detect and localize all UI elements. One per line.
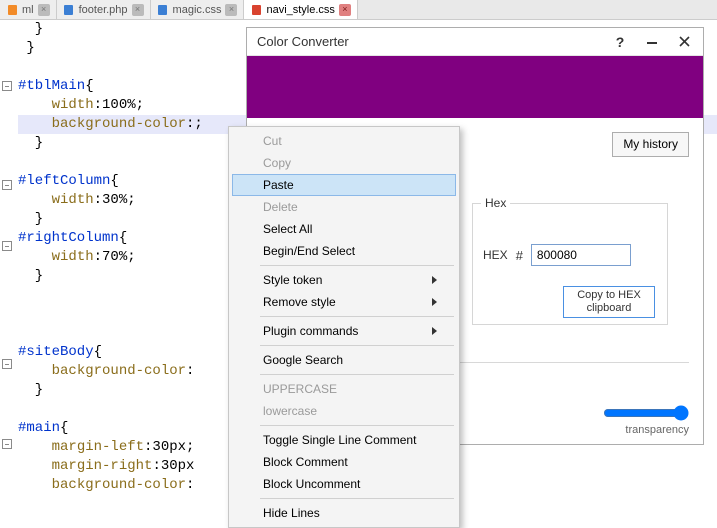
tab-label: magic.css bbox=[173, 4, 222, 16]
minimize-button[interactable] bbox=[637, 31, 667, 53]
menu-item-begin-end-select[interactable]: Begin/End Select bbox=[232, 240, 456, 262]
menu-item-paste[interactable]: Paste bbox=[232, 174, 456, 196]
file-icon bbox=[157, 4, 169, 16]
window-title: Color Converter bbox=[257, 34, 349, 49]
my-history-button[interactable]: My history bbox=[612, 132, 689, 157]
menu-separator bbox=[260, 316, 454, 317]
menu-item-toggle-single-line-comment[interactable]: Toggle Single Line Comment bbox=[232, 429, 456, 451]
menu-item-label: Style token bbox=[263, 273, 322, 287]
fold-toggle[interactable] bbox=[2, 180, 12, 190]
color-swatch bbox=[247, 56, 703, 118]
menu-item-label: UPPERCASE bbox=[263, 382, 337, 396]
tab-label: footer.php bbox=[79, 4, 128, 16]
menu-item-plugin-commands[interactable]: Plugin commands bbox=[232, 320, 456, 342]
fold-toggle[interactable] bbox=[2, 359, 12, 369]
hex-group: Hex HEX # Copy to HEX clipboard bbox=[472, 203, 668, 325]
fold-toggle[interactable] bbox=[2, 81, 12, 91]
hex-group-label: Hex bbox=[481, 196, 510, 210]
chevron-right-icon bbox=[432, 298, 437, 306]
transparency-label: transparency bbox=[603, 424, 689, 436]
close-icon[interactable]: × bbox=[339, 4, 351, 16]
tab-navi-style[interactable]: navi_style.css × bbox=[244, 0, 357, 19]
menu-item-copy: Copy bbox=[232, 152, 456, 174]
tab-footer[interactable]: footer.php × bbox=[57, 0, 151, 19]
menu-item-label: Plugin commands bbox=[263, 324, 358, 338]
menu-item-style-token[interactable]: Style token bbox=[232, 269, 456, 291]
close-icon[interactable]: × bbox=[132, 4, 144, 16]
titlebar[interactable]: Color Converter ? bbox=[247, 28, 703, 56]
hex-input[interactable] bbox=[531, 244, 631, 266]
menu-separator bbox=[260, 425, 454, 426]
context-menu: Cut Copy Paste Delete Select All Begin/End Se… bbox=[228, 126, 460, 528]
file-icon bbox=[63, 4, 75, 16]
copy-hex-button[interactable]: Copy to HEX clipboard bbox=[563, 286, 655, 318]
menu-item-label: Paste bbox=[263, 178, 294, 192]
fold-toggle[interactable] bbox=[2, 241, 12, 251]
close-icon[interactable]: × bbox=[225, 4, 237, 16]
tab-bar: ml × footer.php × magic.css × navi_style… bbox=[0, 0, 717, 20]
menu-separator bbox=[260, 374, 454, 375]
close-icon[interactable]: × bbox=[38, 4, 50, 16]
menu-separator bbox=[260, 498, 454, 499]
menu-item-label: Hide Lines bbox=[263, 506, 320, 520]
menu-item-uppercase: UPPERCASE bbox=[232, 378, 456, 400]
menu-item-label: Block Uncomment bbox=[263, 477, 360, 491]
chevron-right-icon bbox=[432, 276, 437, 284]
hex-label: HEX bbox=[483, 248, 508, 262]
help-button[interactable]: ? bbox=[605, 31, 635, 53]
tab-magic[interactable]: magic.css × bbox=[151, 0, 245, 19]
menu-separator bbox=[260, 345, 454, 346]
fold-toggle[interactable] bbox=[2, 439, 12, 449]
menu-item-label: Toggle Single Line Comment bbox=[263, 433, 416, 447]
menu-item-hide-lines[interactable]: Hide Lines bbox=[232, 502, 456, 524]
menu-item-block-comment[interactable]: Block Comment bbox=[232, 451, 456, 473]
menu-item-lowercase: lowercase bbox=[232, 400, 456, 422]
menu-item-label: Delete bbox=[263, 200, 298, 214]
fold-gutter[interactable] bbox=[0, 20, 16, 519]
file-icon bbox=[250, 4, 262, 16]
menu-item-label: Block Comment bbox=[263, 455, 348, 469]
menu-item-select-all[interactable]: Select All bbox=[232, 218, 456, 240]
menu-item-google-search[interactable]: Google Search bbox=[232, 349, 456, 371]
menu-item-label: lowercase bbox=[263, 404, 317, 418]
menu-item-cut: Cut bbox=[232, 130, 456, 152]
transparency-control: transparency bbox=[603, 404, 689, 436]
menu-item-remove-style[interactable]: Remove style bbox=[232, 291, 456, 313]
tab-label: ml bbox=[22, 4, 34, 16]
menu-item-label: Select All bbox=[263, 222, 312, 236]
close-button[interactable] bbox=[669, 31, 699, 53]
tab-ml[interactable]: ml × bbox=[0, 0, 57, 19]
chevron-right-icon bbox=[432, 327, 437, 335]
tab-label: navi_style.css bbox=[266, 4, 334, 16]
menu-item-label: Begin/End Select bbox=[263, 244, 355, 258]
menu-item-block-uncomment[interactable]: Block Uncomment bbox=[232, 473, 456, 495]
menu-item-delete: Delete bbox=[232, 196, 456, 218]
menu-item-label: Cut bbox=[263, 134, 282, 148]
file-icon bbox=[6, 4, 18, 16]
menu-item-label: Google Search bbox=[263, 353, 343, 367]
hash-symbol: # bbox=[516, 248, 523, 263]
menu-item-label: Copy bbox=[263, 156, 291, 170]
menu-separator bbox=[260, 265, 454, 266]
transparency-slider[interactable] bbox=[603, 404, 689, 422]
menu-item-label: Remove style bbox=[263, 295, 336, 309]
